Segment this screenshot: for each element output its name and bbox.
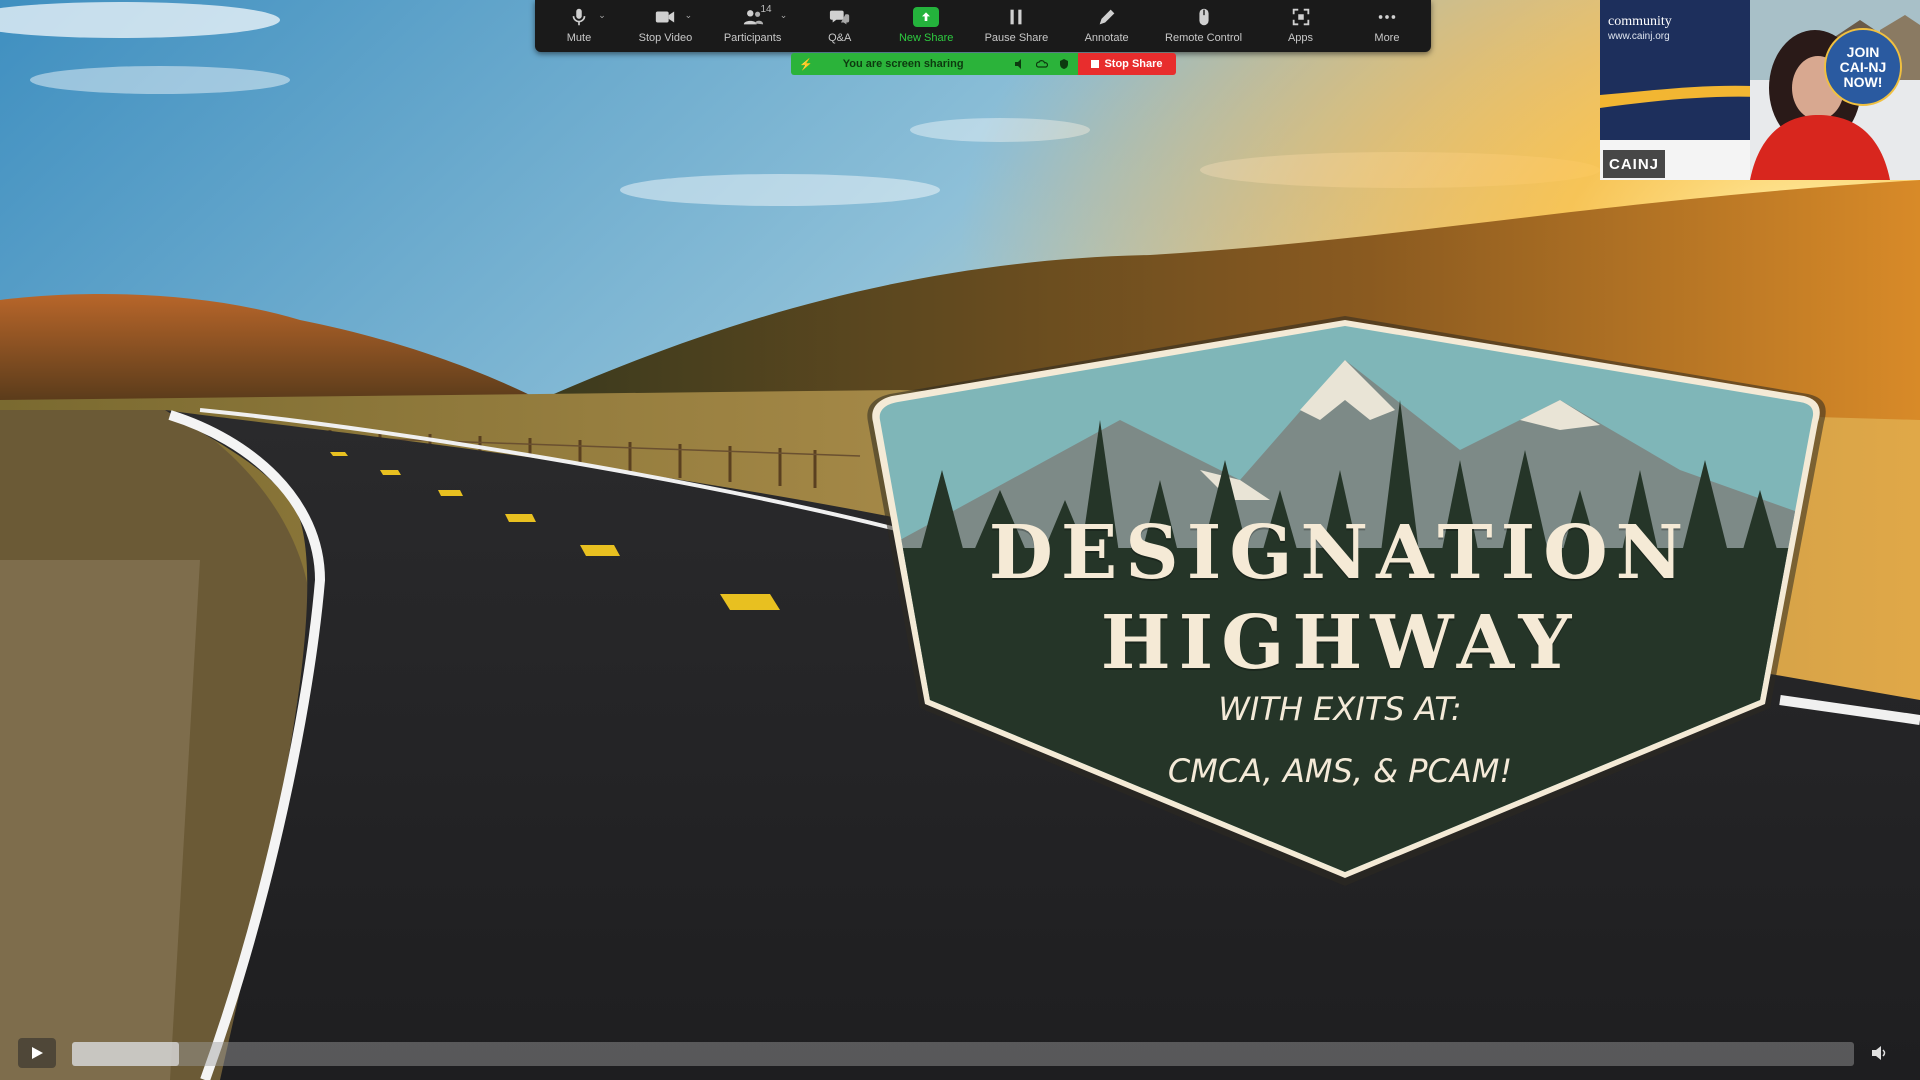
community-logo: community www.cainj.org: [1608, 14, 1672, 44]
participants-icon: 14 ⌄: [738, 4, 787, 30]
speaker-icon: [1872, 1046, 1886, 1060]
play-icon: [32, 1047, 43, 1059]
pause-share-button[interactable]: Pause Share: [984, 4, 1049, 52]
sharing-status: ⚡ You are screen sharing: [791, 53, 1078, 75]
more-label: More: [1374, 32, 1400, 44]
participant-count: 14: [760, 4, 772, 15]
stop-square-icon: [1091, 60, 1100, 68]
mute-label: Mute: [566, 32, 592, 44]
qa-label: Q&A: [828, 32, 852, 44]
lightning-icon: ⚡: [799, 58, 813, 71]
join-badge-line-3: NOW!: [1843, 73, 1883, 90]
qa-button[interactable]: Q&A: [812, 4, 868, 52]
chevron-down-icon[interactable]: ⌄: [596, 10, 608, 21]
zoom-meeting-toolbar: ⌄ Mute ⌄ Stop Video 14 ⌄ Participants Q&…: [535, 0, 1431, 52]
website-url: www.cainj.org: [1608, 31, 1670, 42]
community-logo-text: community: [1608, 14, 1672, 29]
stop-share-button[interactable]: Stop Share: [1078, 53, 1176, 75]
apps-icon: [1286, 4, 1316, 30]
chevron-down-icon[interactable]: ⌄: [682, 10, 694, 21]
shield-icon[interactable]: [1058, 58, 1070, 70]
video-camera-icon: ⌄: [650, 4, 692, 30]
share-arrow-icon: [911, 4, 941, 30]
cloud-icon[interactable]: [1035, 58, 1049, 70]
participant-name-label: CAINJ: [1603, 150, 1666, 178]
screen-sharing-banner: ⚡ You are screen sharing Stop Share: [791, 53, 1176, 75]
stop-share-label: Stop Share: [1104, 58, 1163, 70]
qa-bubbles-icon: [825, 4, 855, 30]
microphone-icon: ⌄: [564, 4, 606, 30]
video-player-controls: [0, 1032, 1920, 1072]
volume-button[interactable]: [1866, 1040, 1894, 1066]
participants-label: Participants: [723, 32, 782, 44]
sharing-status-text: You are screen sharing: [842, 58, 964, 70]
annotate-label: Annotate: [1084, 32, 1129, 44]
pencil-icon: [1092, 4, 1122, 30]
speaker-icon[interactable]: [1014, 58, 1026, 70]
more-dots-icon: [1372, 4, 1402, 30]
join-badge-line-2: CAI-NJ: [1839, 58, 1887, 75]
apps-button[interactable]: Apps: [1273, 4, 1329, 52]
seek-bar[interactable]: [72, 1042, 1854, 1066]
slide-title-line-2: HIGHWAY: [1100, 600, 1580, 686]
new-share-button[interactable]: New Share: [898, 4, 954, 52]
remote-control-button[interactable]: Remote Control: [1165, 4, 1242, 52]
join-badge-line-1: JOIN: [1846, 43, 1880, 60]
remote-control-label: Remote Control: [1165, 32, 1243, 44]
stop-video-button[interactable]: ⌄ Stop Video: [637, 4, 693, 52]
seek-bar-progress: [72, 1042, 179, 1066]
more-button[interactable]: More: [1359, 4, 1415, 52]
join-cai-nj-badge: JOIN CAI-NJ NOW!: [1824, 28, 1902, 106]
mouse-icon: [1189, 4, 1219, 30]
annotate-button[interactable]: Annotate: [1079, 4, 1135, 52]
play-button[interactable]: [18, 1038, 56, 1068]
pause-icon: [1001, 4, 1031, 30]
participants-button[interactable]: 14 ⌄ Participants: [723, 4, 788, 52]
pause-share-label: Pause Share: [984, 32, 1049, 44]
slide-subtitle-line-2: CMCA, AMS, & PCAM!: [1167, 752, 1513, 790]
speaker-video-thumbnail[interactable]: community www.cainj.org JOIN CAI-NJ NOW!…: [1600, 0, 1920, 180]
new-share-label: New Share: [898, 32, 954, 44]
mute-button[interactable]: ⌄ Mute: [551, 4, 607, 52]
chevron-down-icon[interactable]: ⌄: [778, 10, 790, 21]
slide-title-line-1: DESIGNATION: [988, 510, 1692, 596]
slide-subtitle-line-1: WITH EXITS AT:: [1218, 690, 1462, 728]
apps-label: Apps: [1287, 32, 1314, 44]
stop-video-label: Stop Video: [638, 32, 693, 44]
